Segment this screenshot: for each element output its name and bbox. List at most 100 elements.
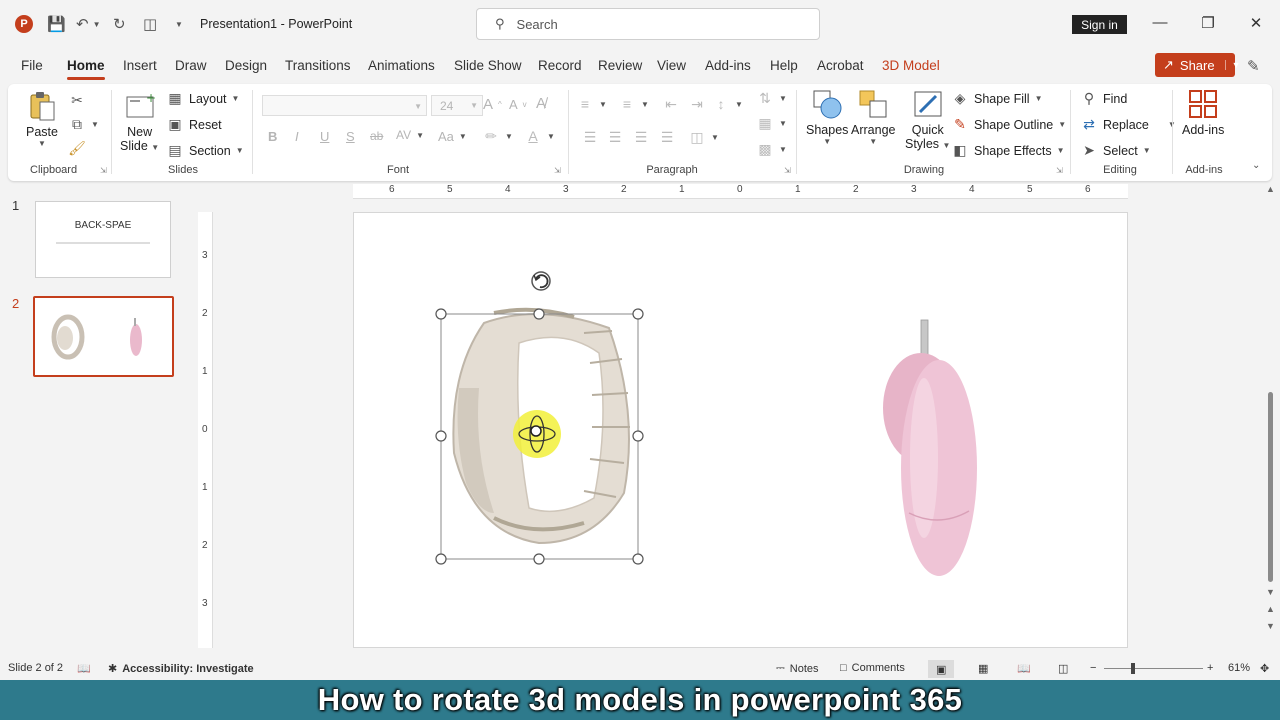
- shape-fill-button[interactable]: ◈ Shape Fill ▼: [951, 90, 1043, 107]
- scroll-down-icon[interactable]: ▼: [1266, 587, 1275, 597]
- highlight-button[interactable]: ✏ ▼: [482, 128, 513, 145]
- paragraph-launcher-icon[interactable]: ⇲: [784, 166, 791, 175]
- italic-button[interactable]: I: [295, 129, 299, 144]
- minimize-icon[interactable]: —: [1150, 14, 1170, 31]
- tab-acrobat[interactable]: Acrobat: [817, 58, 864, 73]
- search-input[interactable]: ⚲ Search: [476, 8, 820, 40]
- shrink-font-button[interactable]: Av: [509, 97, 527, 112]
- shapes-button[interactable]: Shapes ▼: [806, 88, 848, 146]
- character-spacing-button[interactable]: AV ▼: [396, 128, 424, 142]
- section-button[interactable]: ▤ Section ▼: [166, 142, 243, 159]
- add-ins-button[interactable]: Add-ins: [1182, 88, 1224, 137]
- slideshow-view-button[interactable]: ◫: [1058, 662, 1068, 675]
- new-slide-button[interactable]: + New Slide ▼: [120, 90, 159, 153]
- notes-button[interactable]: ⎓ Notes: [776, 662, 819, 675]
- tab-insert[interactable]: Insert: [123, 58, 157, 73]
- layout-button[interactable]: ▦ Layout ▼: [166, 90, 239, 107]
- change-case-button[interactable]: Aa ▼: [438, 129, 467, 144]
- next-slide-icon[interactable]: ▼: [1266, 621, 1275, 631]
- spelling-icon[interactable]: 📖: [77, 662, 91, 675]
- align-center-icon[interactable]: ☰: [606, 129, 624, 146]
- justify-icon[interactable]: ☰: [658, 129, 676, 146]
- font-size-input[interactable]: 24 ▼: [431, 95, 483, 116]
- tab-record[interactable]: Record: [538, 58, 582, 73]
- underline-button[interactable]: U: [320, 129, 329, 144]
- comments-button[interactable]: □ Comments: [840, 662, 905, 674]
- grow-font-button[interactable]: A ^: [483, 96, 502, 113]
- zoom-level[interactable]: 61%: [1228, 662, 1250, 674]
- scrollbar-thumb[interactable]: [1268, 392, 1273, 582]
- bold-button[interactable]: B: [268, 129, 277, 144]
- tab-file[interactable]: File: [21, 58, 43, 73]
- increase-indent-icon[interactable]: ⇥: [688, 96, 706, 113]
- font-family-input[interactable]: ▼: [262, 95, 427, 116]
- align-left-icon[interactable]: ☰: [581, 129, 599, 146]
- replace-button[interactable]: ⇄Replace▼: [1080, 116, 1176, 133]
- save-icon[interactable]: 💾: [47, 15, 66, 33]
- zoom-slider-thumb[interactable]: [1131, 663, 1135, 674]
- share-button[interactable]: ↗ Share ▼: [1155, 53, 1241, 77]
- chevron-down-icon[interactable]: ▼: [1224, 60, 1241, 70]
- rotate-handle-icon[interactable]: [531, 271, 551, 291]
- zoom-out-icon[interactable]: −: [1090, 662, 1096, 674]
- decrease-indent-icon[interactable]: ⇤: [662, 96, 680, 113]
- scroll-up-icon[interactable]: ▲: [1266, 184, 1275, 194]
- strikethrough-button[interactable]: ab: [370, 129, 383, 143]
- 3d-rotate-handle-icon[interactable]: [513, 410, 561, 458]
- reset-button[interactable]: ▣ Reset: [166, 116, 221, 133]
- sign-in-button[interactable]: Sign in: [1072, 15, 1127, 34]
- reading-view-button[interactable]: 📖: [1017, 662, 1031, 675]
- align-text-button[interactable]: ▦ ▼: [756, 115, 787, 132]
- quick-styles-button[interactable]: Quick Styles ▼: [905, 88, 950, 151]
- tab-draw[interactable]: Draw: [175, 58, 207, 73]
- slide-sorter-button[interactable]: ▦: [978, 662, 988, 675]
- tab-slide-show[interactable]: Slide Show: [454, 58, 522, 73]
- close-icon[interactable]: ✕: [1246, 14, 1266, 32]
- paste-button[interactable]: Paste ▼: [26, 90, 58, 148]
- text-direction-button[interactable]: ⇅ ▼: [756, 90, 787, 107]
- fit-to-window-icon[interactable]: ✥: [1260, 662, 1269, 675]
- undo-icon[interactable]: ↶: [76, 15, 89, 33]
- slide-thumbnail-2[interactable]: [33, 296, 174, 377]
- tab-3d-model[interactable]: 3D Model: [882, 58, 940, 73]
- tab-animations[interactable]: Animations: [368, 58, 435, 73]
- clipboard-launcher-icon[interactable]: ⇲: [100, 166, 107, 175]
- numbering-button[interactable]: ≡ ▼: [618, 96, 649, 112]
- find-button[interactable]: ⚲ Find: [1080, 90, 1127, 107]
- line-spacing-button[interactable]: ↕ ▼: [712, 96, 743, 112]
- customize-qat-icon[interactable]: ▼: [175, 20, 183, 29]
- collapse-ribbon-icon[interactable]: ⌄: [1252, 160, 1260, 171]
- accessibility-button[interactable]: ✱ Accessibility: Investigate: [108, 662, 254, 676]
- previous-slide-icon[interactable]: ▲: [1266, 604, 1275, 614]
- copy-button[interactable]: ⧉ ▼: [68, 116, 99, 133]
- bean-3d-model[interactable]: [883, 319, 977, 576]
- normal-view-button[interactable]: ▣: [928, 660, 955, 678]
- tab-help[interactable]: Help: [770, 58, 798, 73]
- arrange-button[interactable]: Arrange ▼: [851, 88, 895, 146]
- zoom-slider[interactable]: [1104, 668, 1203, 669]
- start-slideshow-icon[interactable]: ◫: [143, 15, 157, 33]
- restore-icon[interactable]: ❐: [1198, 14, 1218, 32]
- zoom-in-icon[interactable]: +: [1207, 662, 1213, 674]
- tab-review[interactable]: Review: [598, 58, 642, 73]
- tab-transitions[interactable]: Transitions: [285, 58, 351, 73]
- tab-add-ins[interactable]: Add-ins: [705, 58, 751, 73]
- tab-design[interactable]: Design: [225, 58, 267, 73]
- drawing-launcher-icon[interactable]: ⇲: [1056, 166, 1063, 175]
- format-painter-button[interactable]: 🖌: [68, 140, 86, 157]
- cut-button[interactable]: ✂: [68, 92, 86, 109]
- vertical-scrollbar[interactable]: ▲ ▼ ▲ ▼: [1266, 184, 1276, 636]
- tab-home[interactable]: Home: [67, 58, 105, 80]
- align-right-icon[interactable]: ☰: [632, 129, 650, 146]
- redo-icon[interactable]: ↻: [113, 15, 126, 33]
- smartart-button[interactable]: ▩ ▼: [756, 141, 787, 158]
- bullets-button[interactable]: ≡ ▼: [576, 96, 607, 112]
- shape-outline-button[interactable]: ✎ Shape Outline ▼: [951, 116, 1066, 133]
- clear-formatting-icon[interactable]: A̸: [536, 95, 546, 112]
- columns-button[interactable]: ◫ ▼: [688, 129, 719, 146]
- font-color-button[interactable]: A ▼: [524, 128, 555, 144]
- shape-effects-button[interactable]: ◧ Shape Effects ▼: [951, 142, 1064, 159]
- font-launcher-icon[interactable]: ⇲: [554, 166, 561, 175]
- slide-canvas[interactable]: [353, 212, 1128, 648]
- tab-view[interactable]: View: [657, 58, 686, 73]
